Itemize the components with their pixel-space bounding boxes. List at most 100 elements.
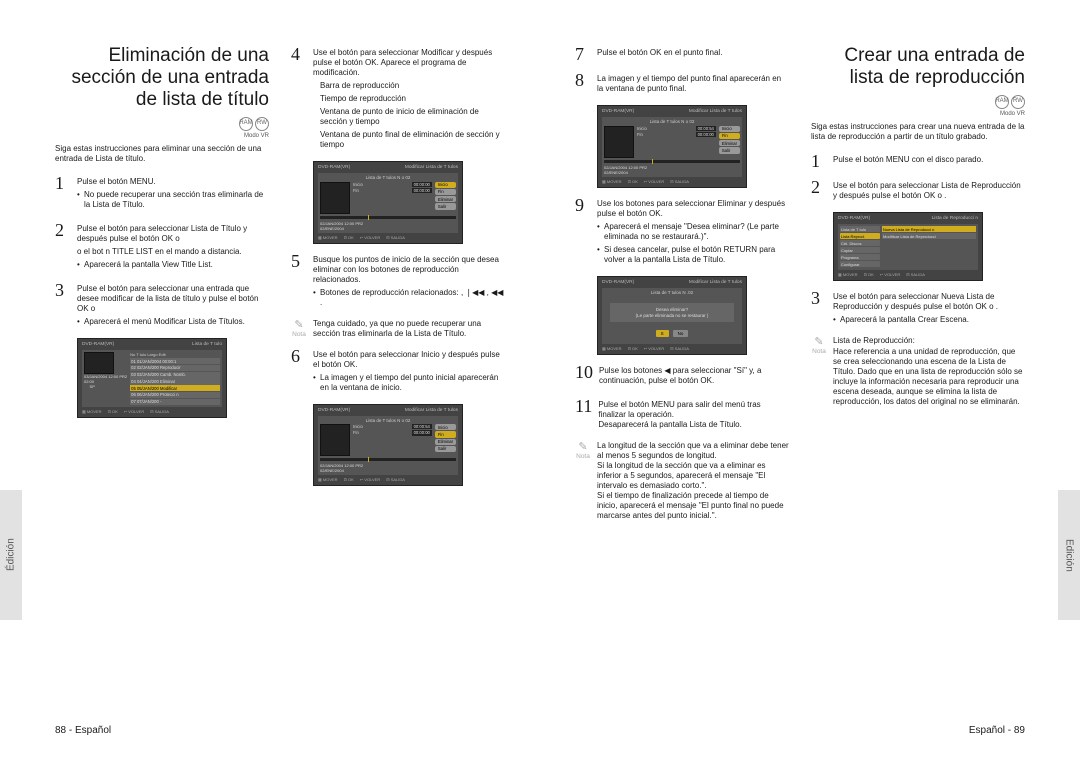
fin-label: Fin xyxy=(353,188,359,193)
step-text: Use los botones para seleccionar Elimina… xyxy=(597,199,789,219)
ss-head-l: DVD-RAM(VR) xyxy=(318,165,350,171)
confirm-message: Desea eliminar? (Le parte eliminada no s… xyxy=(610,303,734,322)
mode-label: Modo VR xyxy=(55,133,269,141)
step-bullet: Aparecerá el mensaje "Desea eliminar? (L… xyxy=(597,222,789,242)
step-num: 2 xyxy=(811,178,827,204)
ss-nav: ▦ MOVER ⊡ OK ↩ VOLVER ⊟ SALIDA xyxy=(602,346,742,351)
list-item: 04 04/JAN/200 Eliminar xyxy=(130,378,220,384)
timeline xyxy=(604,160,740,163)
step-num: 4 xyxy=(291,45,307,153)
section-title-playlist: Crear una entrada de lista de reproducci… xyxy=(811,45,1025,89)
ss-thumb-caption: 02/JAN/2004 12:00 PR2 02/ENE/2004 xyxy=(604,165,740,175)
step-num: 3 xyxy=(811,289,827,328)
step-bullet: Aparecerá el menú Modificar Lista de Tít… xyxy=(77,317,269,327)
note-block: Nota Tenga cuidado, ya que no puede recu… xyxy=(291,319,505,339)
screenshot-title-list: DVD-RAM(VR)Lista de T tulo 03/JAN/2004 1… xyxy=(77,338,227,418)
note-icon: Nota xyxy=(575,441,591,460)
step-sub: Ventana de punto de inicio de eliminació… xyxy=(313,107,505,127)
note-block: Nota Lista de Reproducción: Hace referen… xyxy=(811,336,1025,407)
ss-nav: ▦ MOVER ⊡ OK ↩ VOLVER ⊟ SALIDA xyxy=(82,409,222,414)
list-item: 05 05/JAN/200 Modificar xyxy=(130,385,220,391)
step-num: 9 xyxy=(575,196,591,268)
disc-icons: RAM RW xyxy=(811,95,1025,109)
step-num: 5 xyxy=(291,252,307,311)
disc-rw-icon: RW xyxy=(1011,95,1025,109)
step-text: Use el botón para seleccionar Nueva List… xyxy=(833,292,1025,312)
inicio-label: Inicio xyxy=(353,182,363,187)
step-10: 10 Pulse los botones ◀ para seleccionar … xyxy=(575,363,789,389)
ss-head-r: Modificar Lista de T tulos xyxy=(689,109,742,115)
inicio-label: Inicio xyxy=(637,126,647,131)
step-6: 6 Use el botón para seleccionar Inicio y… xyxy=(291,347,505,396)
ss-thumb xyxy=(604,126,634,158)
mode-label: Modo VR xyxy=(811,111,1025,119)
inicio-label: Inicio xyxy=(353,424,363,429)
side-tab-left: Édición xyxy=(0,490,22,620)
fin-value: 00:00:00 xyxy=(696,132,716,137)
step-4: 4 Use el botón para seleccionar Modifica… xyxy=(291,45,505,153)
ss-buttons: Inicio Fin Eliminar Salir xyxy=(719,126,740,158)
step-5: 5 Busque los puntos de inicio de la secc… xyxy=(291,252,505,311)
inicio-value: 00:00:54 xyxy=(696,126,716,131)
confirm-choices: S No xyxy=(604,330,740,337)
step-num: 7 xyxy=(575,45,591,63)
disc-icons: RAM RW xyxy=(55,117,269,131)
step-num: 11 xyxy=(575,397,592,433)
ss-nav: ▦ MOVER ⊡ OK ↩ VOLVER ⊟ SALIDA xyxy=(838,272,978,277)
step-bullet: Aparecerá la pantalla View Title List. xyxy=(77,260,269,270)
step-num: 1 xyxy=(55,174,71,213)
fin-value: 00:00:00 xyxy=(412,430,432,435)
note-text: Hace referencia a una unidad de reproduc… xyxy=(833,347,1025,407)
ss-head-r: Lista de Reproducci n xyxy=(932,216,978,222)
ss-sub: Lista de T tulos N o 02 xyxy=(320,175,456,181)
ss-thumb xyxy=(320,182,350,214)
fin-label: Fin xyxy=(637,132,643,137)
ss-nav: ▦ MOVER ⊡ OK ↩ VOLVER ⊟ SALIDA xyxy=(318,477,458,482)
page-footer-left: 88 - Español xyxy=(55,725,111,736)
screenshot-confirm: DVD-RAM(VR)Modificar Lista de T tulos Li… xyxy=(597,276,747,355)
ss-thumb xyxy=(84,352,114,374)
disc-rw-icon: RW xyxy=(255,117,269,131)
menu-main: Nueva Lista de Reproducci n Modificar Li… xyxy=(882,226,976,268)
ss-nav: ▦ MOVER ⊡ OK ↩ VOLVER ⊟ SALIDA xyxy=(602,179,742,184)
fin-value: 00:00:00 xyxy=(412,188,432,193)
step-7: 7 Pulse el botón OK en el punto final. xyxy=(575,45,789,63)
note-text: Tenga cuidado, ya que no puede recuperar… xyxy=(313,319,505,339)
note-icon: Nota xyxy=(811,336,827,355)
step-bullet: Botones de reproducción relacionados: , … xyxy=(313,288,505,308)
step-bullet: Si desea cancelar, pulse el botón RETURN… xyxy=(597,245,789,265)
step-num: 8 xyxy=(575,71,591,97)
ss-thumb-caption: 02/JAN/2004 12:00 PR2 02/ENE/2004 xyxy=(320,221,456,231)
list-item: 01 01/JAN/2004 00:00:1 xyxy=(130,358,220,364)
ss-head-r: Modificar Lista de T tulos xyxy=(689,280,742,286)
step-text: Pulse el botón MENU con el disco parado. xyxy=(833,155,1025,165)
ss-thumb-caption: 03/JAN/2004 12:00 PR2 02:00 SP xyxy=(84,374,127,389)
pl-step-1: 1 Pulse el botón MENU con el disco parad… xyxy=(811,152,1025,170)
note-block: Nota La longitud de la sección que va a … xyxy=(575,441,789,521)
ss-thumb-caption: 02/JAN/2004 12:00 PR2 02/ENE/2004 xyxy=(320,463,456,473)
step-text: Pulse el botón para seleccionar una entr… xyxy=(77,284,269,314)
step-text: Busque los puntos de inicio de la secció… xyxy=(313,255,505,285)
step-bullet: No puede recuperar una sección tras elim… xyxy=(77,190,269,210)
ss-buttons: Inicio Fin Eliminar Salir xyxy=(435,182,456,214)
step-text: Use el botón para seleccionar Modificar … xyxy=(313,48,505,78)
menu-side: Lista de T tulo Lista Reprod. Ctrl. Disc… xyxy=(840,226,880,268)
pl-step-2: 2 Use el botón para seleccionar Lista de… xyxy=(811,178,1025,204)
screenshot-playlist-menu: DVD-RAM(VR)Lista de Reproducci n Lista d… xyxy=(833,212,983,281)
intro-text: Siga estas instrucciones para crear una … xyxy=(811,122,1025,142)
ss-sub: Lista de T tulos N .02 xyxy=(604,290,740,296)
ss-head-l: DVD-RAM(VR) xyxy=(602,109,634,115)
section-title-delete: Eliminación de una sección de una entrad… xyxy=(55,45,269,111)
ss-head-r: Lista de T tulo xyxy=(192,342,222,348)
step-bullet: Aparecerá la pantalla Crear Escena. xyxy=(833,315,1025,325)
step-text: La imagen y el tiempo del punto final ap… xyxy=(597,74,789,94)
ss-list-header: No T tulo Largo Edit xyxy=(130,352,220,357)
step-text: o el bot n TITLE LIST en el mando a dist… xyxy=(77,247,269,257)
timeline xyxy=(320,216,456,219)
step-bullet: La imagen y el tiempo del punto inicial … xyxy=(313,373,505,393)
ss-nav: ▦ MOVER ⊡ OK ↩ VOLVER ⊟ SALIDA xyxy=(318,235,458,240)
step-text: Pulse el botón MENU. xyxy=(77,177,269,187)
step-sub: Barra de reproducción xyxy=(313,81,505,91)
page-footer-right: Español - 89 xyxy=(969,725,1025,736)
note-text: La longitud de la sección que va a elimi… xyxy=(597,441,789,521)
